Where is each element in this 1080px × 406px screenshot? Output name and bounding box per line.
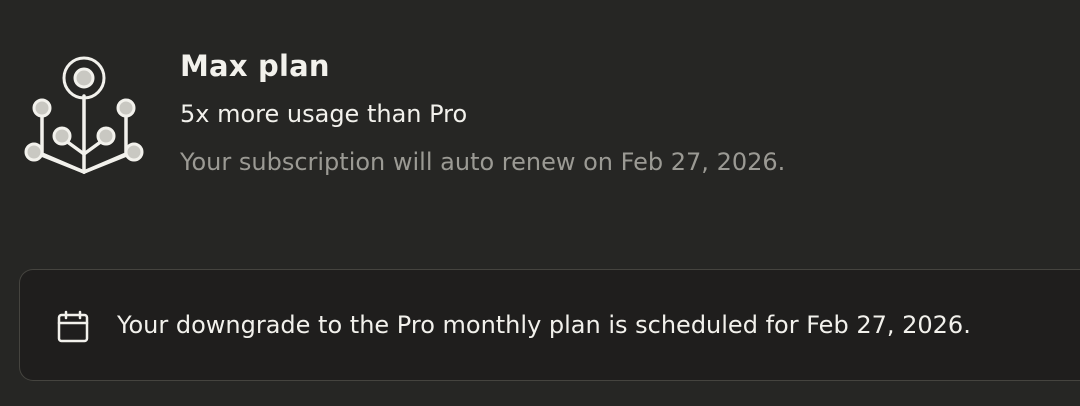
downgrade-notice-text: Your downgrade to the Pro monthly plan i… bbox=[117, 311, 971, 339]
plan-summary: Max plan 5x more usage than Pro Your sub… bbox=[0, 0, 1080, 240]
plan-details: Max plan 5x more usage than Pro Your sub… bbox=[180, 44, 785, 179]
plan-subtitle: 5x more usage than Pro bbox=[180, 100, 468, 128]
plan-tree-icon bbox=[22, 56, 146, 178]
renewal-text: Your subscription will auto renew on Feb… bbox=[180, 148, 786, 176]
downgrade-notice: Your downgrade to the Pro monthly plan i… bbox=[19, 269, 1080, 381]
plan-title: Max plan bbox=[180, 49, 330, 83]
calendar-icon bbox=[56, 310, 90, 344]
